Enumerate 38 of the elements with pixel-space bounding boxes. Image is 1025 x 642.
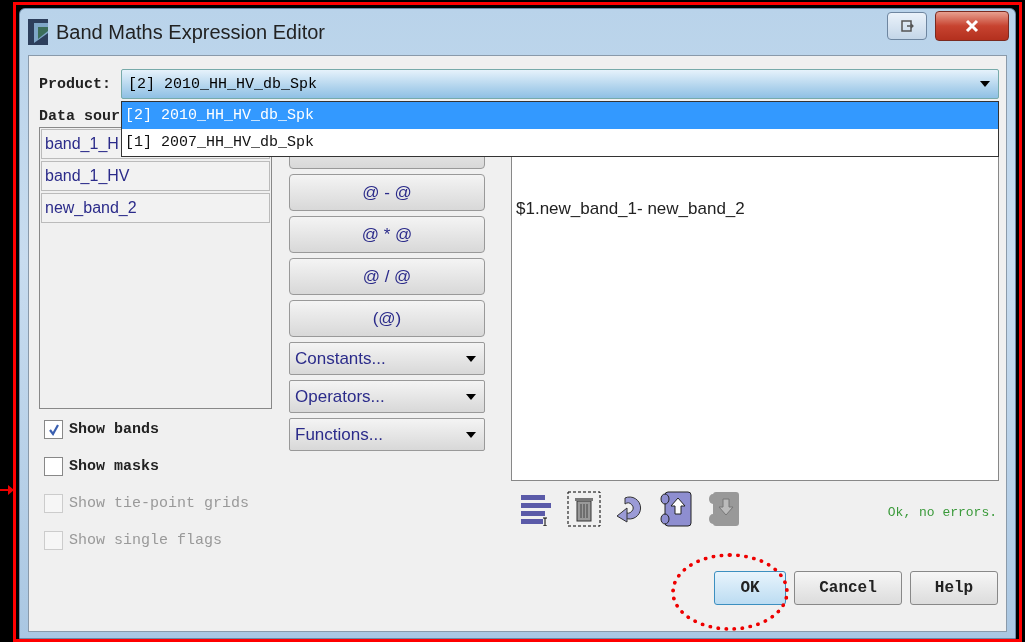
- caret-icon: [466, 431, 476, 438]
- dropdown-caret-icon: [980, 81, 990, 87]
- window-title: Band Maths Expression Editor: [56, 20, 326, 44]
- import-icon[interactable]: [659, 491, 693, 527]
- insert-menu-button[interactable]: Constants...: [289, 342, 485, 375]
- checkbox-label: Show masks: [69, 458, 159, 475]
- arrow-icon: [0, 485, 14, 495]
- dialog-button[interactable]: Cancel: [794, 571, 902, 605]
- product-label: Product:: [39, 75, 111, 93]
- app-logo-icon: [28, 19, 48, 45]
- insert-menu-button[interactable]: Operators...: [289, 380, 485, 413]
- caret-icon: [466, 355, 476, 362]
- text-list-icon[interactable]: [519, 492, 553, 526]
- data-sources-label: Data sour: [39, 108, 120, 125]
- checkbox[interactable]: [44, 420, 63, 439]
- checkbox[interactable]: [44, 457, 63, 476]
- dialog-button[interactable]: OK: [714, 571, 786, 605]
- operator-button[interactable]: (@): [289, 300, 485, 337]
- status-message: Ok, no errors.: [887, 504, 997, 520]
- export-icon: [707, 491, 741, 527]
- insert-menu-button[interactable]: Functions...: [289, 418, 485, 451]
- close-icon: [964, 19, 980, 33]
- close-button[interactable]: [935, 11, 1009, 41]
- caret-icon: [466, 393, 476, 400]
- product-dropdown[interactable]: [2] 2010_HH_HV_db_Spk: [121, 69, 999, 99]
- delete-icon[interactable]: [567, 491, 601, 527]
- checkbox-label: Show single flags: [69, 532, 223, 549]
- operator-button[interactable]: @ / @: [289, 258, 485, 295]
- checkmark-icon: [47, 423, 60, 436]
- operator-button[interactable]: @ - @: [289, 174, 485, 211]
- restore-button[interactable]: [887, 12, 927, 40]
- dialog-button[interactable]: Help: [910, 571, 998, 605]
- checkbox-label: Show tie-point grids: [69, 495, 250, 512]
- checkbox-label: Show bands: [69, 421, 159, 438]
- band-item[interactable]: band_1_HV: [41, 161, 270, 191]
- operator-button[interactable]: @ * @: [289, 216, 485, 253]
- restore-icon: [900, 19, 914, 33]
- band-item[interactable]: new_band_2: [41, 193, 270, 223]
